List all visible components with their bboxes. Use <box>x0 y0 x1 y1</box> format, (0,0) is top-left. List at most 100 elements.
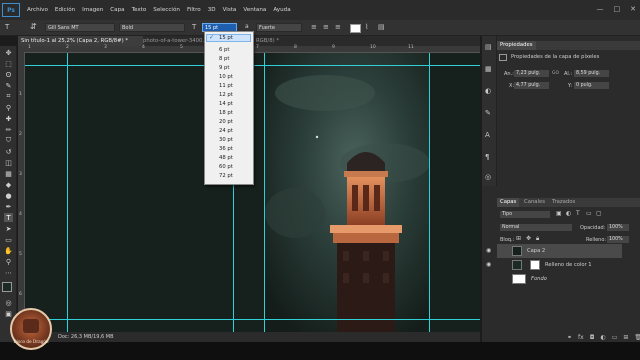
menu-vista[interactable]: Vista <box>223 7 237 13</box>
stamp-tool-icon[interactable]: ⛉ <box>4 136 13 145</box>
filter-type-icon[interactable]: T <box>576 211 580 217</box>
character-panel-icon[interactable]: ▤ <box>378 24 385 31</box>
history-brush-icon[interactable]: ↺ <box>4 147 13 156</box>
dropdown-option[interactable]: 36 pt <box>219 146 233 152</box>
dropdown-option[interactable]: 14 pt <box>219 101 233 107</box>
path-select-icon[interactable]: ➤ <box>4 224 13 233</box>
screen-mode-icon[interactable]: ▣ <box>4 309 13 318</box>
lock-all-icon[interactable]: 🔒︎ <box>536 236 539 242</box>
tab-document-2-mode[interactable]: RGB/8) * <box>253 36 296 46</box>
styles-panel-icon[interactable]: ◎ <box>485 174 491 181</box>
hand-tool-icon[interactable]: ✋ <box>4 246 13 255</box>
filter-adjust-icon[interactable]: ◐ <box>566 211 571 217</box>
tab-document-1[interactable]: Sin título-1 al 25,2% (Capa 2, RGB/8#) * <box>18 36 143 46</box>
new-group-icon[interactable]: ▭ <box>612 334 618 341</box>
dropdown-option[interactable]: 10 pt <box>219 74 233 80</box>
tab-paths[interactable]: Trazados <box>549 198 578 207</box>
font-style-select[interactable]: Bold <box>119 23 185 32</box>
close-icon[interactable]: ✕ <box>630 5 636 13</box>
align-right-icon[interactable]: ≡ <box>335 24 341 31</box>
align-center-icon[interactable]: ≡ <box>323 24 329 31</box>
tab-layers[interactable]: Capas <box>497 198 520 207</box>
layer-name[interactable]: Fondo <box>531 272 547 286</box>
zoom-tool-icon[interactable]: ⚲ <box>4 257 13 266</box>
gradient-tool-icon[interactable]: ▦ <box>4 169 13 178</box>
paragraph-panel-icon[interactable]: ¶ <box>485 154 489 161</box>
brush-panel-icon[interactable]: ✎ <box>485 110 491 117</box>
menu-3d[interactable]: 3D <box>208 7 216 13</box>
antialias-select[interactable]: Fuerte <box>256 23 302 32</box>
delete-layer-icon[interactable]: 🗑︎ <box>634 334 640 341</box>
adjustments-panel-icon[interactable]: ◐ <box>485 88 491 95</box>
dropdown-option[interactable]: 30 pt <box>219 137 233 143</box>
text-color-swatch[interactable] <box>350 24 361 33</box>
blend-mode-select[interactable]: Normal <box>500 224 572 231</box>
dropdown-option[interactable]: 6 pt <box>219 47 230 53</box>
character-panel-icon[interactable]: A <box>485 132 490 139</box>
eraser-tool-icon[interactable]: ◫ <box>4 158 13 167</box>
menu-imagen[interactable]: Imagen <box>82 7 103 13</box>
crop-tool-icon[interactable]: ⌗ <box>4 92 13 101</box>
dropdown-option[interactable]: 20 pt <box>219 119 233 125</box>
dropdown-option[interactable]: 9 pt <box>219 65 230 71</box>
menu-seleccion[interactable]: Selección <box>153 7 180 13</box>
dropdown-option[interactable]: 12 pt <box>219 92 233 98</box>
rectangle-tool-icon[interactable]: ▭ <box>4 235 13 244</box>
visibility-eye-icon[interactable]: ◉ <box>486 244 491 258</box>
menu-texto[interactable]: Texto <box>132 7 147 13</box>
minimize-icon[interactable]: — <box>597 5 604 13</box>
brush-tool-icon[interactable]: ✏ <box>4 125 13 134</box>
guide-vertical[interactable] <box>67 53 68 332</box>
menu-capa[interactable]: Capa <box>110 7 124 13</box>
fill-field[interactable]: 100% <box>607 236 629 243</box>
layer-row-relleno[interactable]: ◉ Relleno de color 1 <box>486 258 622 272</box>
dropdown-option[interactable]: 48 pt <box>219 155 233 161</box>
quick-mask-icon[interactable]: ◎ <box>4 298 13 307</box>
font-size-dropdown[interactable]: ✓ 15 pt 6 pt 8 pt 9 pt 10 pt 11 pt 12 pt… <box>204 31 254 185</box>
dodge-tool-icon[interactable]: ● <box>4 191 13 200</box>
healing-brush-icon[interactable]: ✚ <box>4 114 13 123</box>
filter-shape-icon[interactable]: ▭ <box>586 211 592 217</box>
blur-tool-icon[interactable]: ◆ <box>4 180 13 189</box>
filter-pixel-icon[interactable]: ▣ <box>556 211 562 217</box>
tab-channels[interactable]: Canales <box>521 198 548 207</box>
layer-style-icon[interactable]: fx <box>578 334 584 341</box>
guide-vertical[interactable] <box>264 53 265 332</box>
dropdown-option[interactable]: 72 pt <box>219 173 233 179</box>
guide-horizontal[interactable] <box>25 319 480 320</box>
dropdown-option[interactable]: 18 pt <box>219 110 233 116</box>
add-mask-icon[interactable]: ◘ <box>590 334 595 341</box>
link-layers-icon[interactable]: ⚭ <box>567 334 572 341</box>
more-tools-icon[interactable]: ⋯ <box>4 268 13 277</box>
foreground-color-swatch[interactable] <box>2 282 12 292</box>
pen-tool-icon[interactable]: ✒ <box>4 202 13 211</box>
quick-select-icon[interactable]: ✎ <box>4 81 13 90</box>
lock-position-icon[interactable]: ✥ <box>526 236 531 242</box>
menu-ventana[interactable]: Ventana <box>243 7 266 13</box>
y-field[interactable]: 0 pulg. <box>574 82 609 89</box>
eyedropper-icon[interactable]: ⚲ <box>4 103 13 112</box>
menu-archivo[interactable]: Archivo <box>27 7 48 13</box>
orientation-icon[interactable]: ⇵ <box>30 23 37 31</box>
filter-smart-icon[interactable]: ▢ <box>596 211 602 217</box>
new-adjustment-icon[interactable]: ◐ <box>600 334 605 341</box>
lock-pixels-icon[interactable]: ⊞ <box>516 236 521 242</box>
new-layer-icon[interactable]: ⊞ <box>623 334 628 341</box>
type-tool-icon[interactable]: T <box>5 24 9 31</box>
layer-filter-kind[interactable]: Tipo <box>500 211 550 218</box>
history-panel-icon[interactable]: ▤ <box>485 44 492 51</box>
type-tool-icon[interactable]: T <box>4 213 13 222</box>
tab-properties[interactable]: Propiedades <box>497 41 536 50</box>
warp-text-icon[interactable]: ⌇ <box>365 24 368 31</box>
dropdown-option[interactable]: 60 pt <box>219 164 233 170</box>
height-field[interactable]: 8,59 pulg. <box>574 70 609 77</box>
dropdown-option[interactable]: 15 pt <box>219 35 233 41</box>
menu-edicion[interactable]: Edición <box>55 7 75 13</box>
visibility-eye-icon[interactable]: ◉ <box>486 258 491 272</box>
marquee-tool-icon[interactable]: ⬚ <box>4 59 13 68</box>
move-tool-icon[interactable]: ✥ <box>4 48 13 57</box>
layer-row-fondo[interactable]: Fondo <box>497 272 622 286</box>
layer-row-capa-2[interactable]: ◉ Capa 2 <box>486 244 622 258</box>
layer-name[interactable]: Capa 2 <box>527 244 545 258</box>
width-field[interactable]: 7,23 pulg. <box>514 70 549 77</box>
